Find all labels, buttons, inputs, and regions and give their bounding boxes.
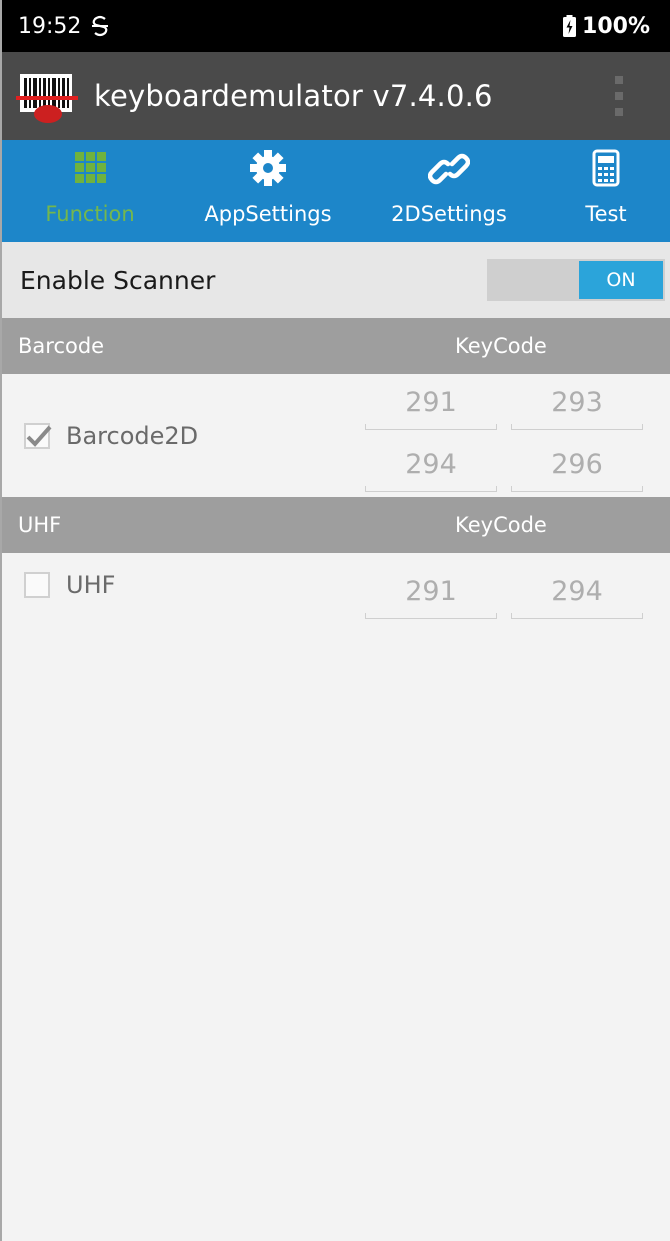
status-time: 19:52 [18, 13, 82, 39]
barcode2d-checkbox[interactable] [24, 423, 52, 449]
tab-test[interactable]: Test [542, 140, 670, 242]
checkmark-icon [26, 425, 52, 447]
uhf-checkbox-item[interactable]: UHF [24, 571, 115, 599]
tab-bar: Function AppSettings 2DSettings Test [0, 140, 670, 242]
uhf-section-header: UHF KeyCode [0, 497, 670, 553]
keycode-underline [365, 424, 497, 430]
keycode-value: 296 [551, 449, 603, 480]
tab-test-label: Test [585, 202, 627, 226]
uhf-keycode-header: KeyCode [455, 513, 547, 537]
barcode-section-header: Barcode KeyCode [0, 318, 670, 374]
keycode-value: 293 [551, 387, 603, 418]
keycode-value: 291 [405, 387, 457, 418]
overflow-dot [615, 108, 623, 116]
tab-appsettings[interactable]: AppSettings [180, 140, 356, 242]
battery-charging-icon [563, 15, 577, 37]
uhf-label: UHF [66, 571, 116, 599]
enable-scanner-row: Enable Scanner ON [0, 242, 670, 318]
overflow-menu-button[interactable] [612, 76, 626, 116]
grid-icon [75, 152, 106, 183]
keycode-underline [511, 424, 643, 430]
barcode-scanner-logo-icon [16, 74, 78, 123]
barcode-header-label: Barcode [18, 334, 105, 358]
gear-icon [250, 150, 286, 186]
barcode2d-checkbox-item[interactable]: Barcode2D [24, 422, 198, 450]
status-bar: 19:52 100% [0, 0, 670, 52]
keycode-underline [365, 613, 497, 619]
keycode-underline [511, 486, 643, 492]
tab-appsettings-label: AppSettings [204, 202, 332, 226]
window-left-edge [0, 0, 7, 1241]
keycode-value: 294 [551, 576, 603, 607]
app-title: keyboardemulator v7.4.0.6 [94, 79, 493, 113]
keycode-field[interactable]: 294 [365, 444, 497, 492]
uhf-row: UHF 291 294 [0, 553, 670, 633]
calculator-icon [592, 149, 620, 187]
tab-2dsettings-label: 2DSettings [391, 202, 507, 226]
tab-function[interactable]: Function [0, 140, 180, 242]
link-icon [428, 153, 470, 185]
status-left: 19:52 [18, 14, 109, 39]
barcode-keycode-header: KeyCode [455, 334, 547, 358]
barcode2d-label: Barcode2D [66, 422, 199, 450]
keycode-field[interactable]: 294 [511, 571, 643, 619]
status-right: 100% [563, 14, 650, 39]
overflow-dot [615, 76, 623, 84]
keycode-field[interactable]: 296 [511, 444, 643, 492]
tab-function-label: Function [45, 202, 135, 226]
uhf-header-label: UHF [18, 513, 62, 537]
keycode-value: 291 [405, 576, 457, 607]
enable-scanner-label: Enable Scanner [20, 265, 216, 295]
keycode-value: 294 [405, 449, 457, 480]
sync-status-icon [92, 15, 109, 37]
overflow-dot [615, 92, 623, 100]
tab-2dsettings[interactable]: 2DSettings [356, 140, 542, 242]
uhf-checkbox[interactable] [24, 572, 50, 598]
keycode-underline [365, 486, 497, 492]
keycode-field[interactable]: 291 [365, 382, 497, 430]
enable-scanner-toggle[interactable]: ON [487, 259, 665, 301]
keycode-underline [511, 613, 643, 619]
battery-percent: 100% [582, 13, 650, 39]
app-bar: keyboardemulator v7.4.0.6 [0, 52, 670, 140]
barcode2d-row: Barcode2D 291 293 294 296 [0, 374, 670, 497]
keycode-field[interactable]: 293 [511, 382, 643, 430]
keycode-field[interactable]: 291 [365, 571, 497, 619]
toggle-on-label: ON [579, 261, 663, 299]
